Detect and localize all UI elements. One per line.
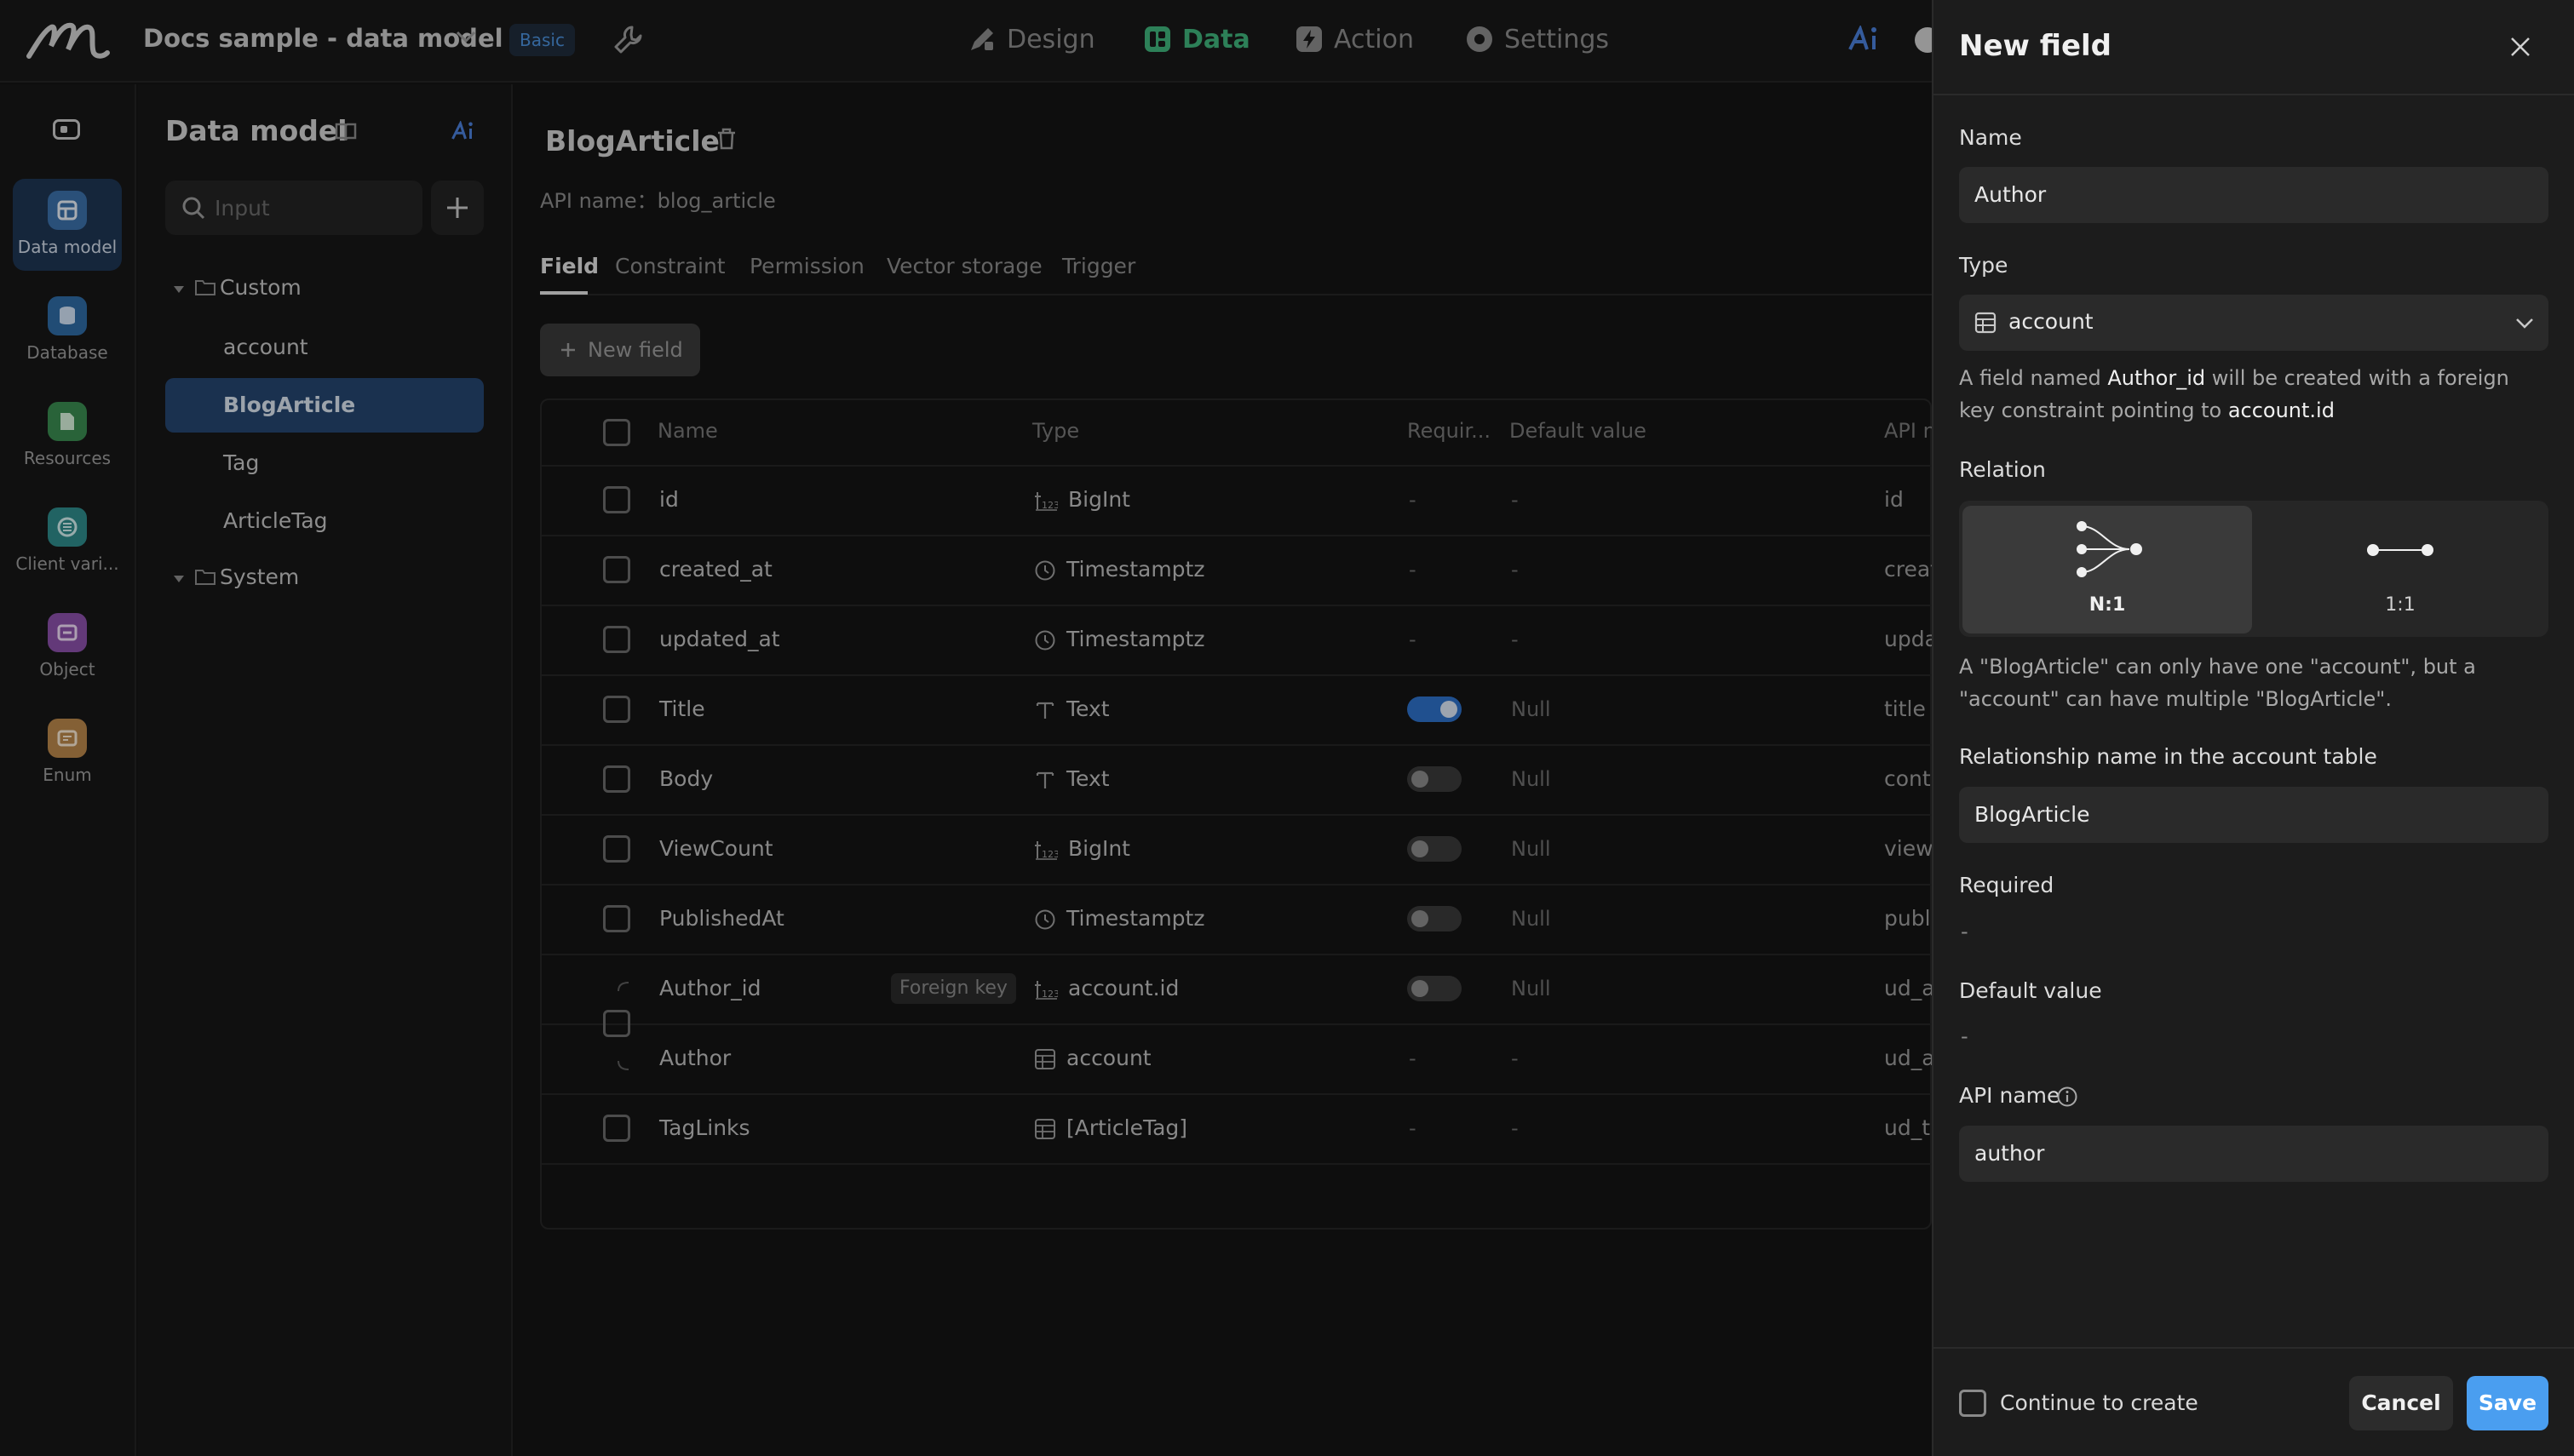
fk-help-text: A field named: [1959, 366, 2108, 390]
api-name-input[interactable]: author: [1959, 1126, 2548, 1182]
relation-option-n1[interactable]: N:1: [1962, 506, 2252, 633]
many-to-one-icon: [2075, 519, 2143, 579]
required-label: Required: [1959, 873, 2054, 897]
panel-title: New field: [1959, 29, 2112, 63]
relationship-name-input[interactable]: BlogArticle: [1959, 787, 2548, 843]
continue-to-create-label[interactable]: Continue to create: [2000, 1390, 2198, 1415]
api-name-label: API name: [1959, 1083, 2060, 1108]
foreign-key-help: A field named Author_id will be created …: [1959, 362, 2547, 427]
default-value: -: [1961, 1024, 1968, 1048]
name-input[interactable]: Author: [1959, 167, 2548, 223]
cancel-button[interactable]: Cancel: [2349, 1376, 2453, 1430]
name-label: Name: [1959, 125, 2022, 150]
save-button[interactable]: Save: [2467, 1376, 2548, 1430]
relation-option-label: N:1: [2089, 594, 2126, 616]
default-value-label: Default value: [1959, 978, 2102, 1003]
chevron-down-icon: [2514, 317, 2535, 330]
panel-header-divider: [1932, 94, 2574, 95]
fk-help-field: Author_id: [2107, 366, 2206, 390]
panel-footer-divider: [1932, 1347, 2574, 1349]
info-icon[interactable]: [2056, 1086, 2078, 1108]
fk-help-target: account.id: [2227, 398, 2335, 422]
one-to-one-icon: [2364, 540, 2436, 560]
continue-to-create-checkbox[interactable]: [1959, 1390, 1986, 1417]
relation-help: A "BlogArticle" can only have one "accou…: [1959, 655, 2476, 711]
relation-label: Relation: [1959, 457, 2046, 482]
type-select-value: account: [2008, 309, 2094, 334]
close-icon[interactable]: [2508, 34, 2533, 60]
table-icon: [1974, 312, 1997, 334]
type-label: Type: [1959, 253, 2008, 278]
relation-option-11[interactable]: 1:1: [2255, 506, 2545, 633]
relation-option-label: 1:1: [2385, 594, 2416, 616]
required-value: -: [1961, 920, 1968, 943]
modal-backdrop[interactable]: [0, 0, 1932, 1456]
relationship-name-label: Relationship name in the account table: [1959, 744, 2377, 769]
